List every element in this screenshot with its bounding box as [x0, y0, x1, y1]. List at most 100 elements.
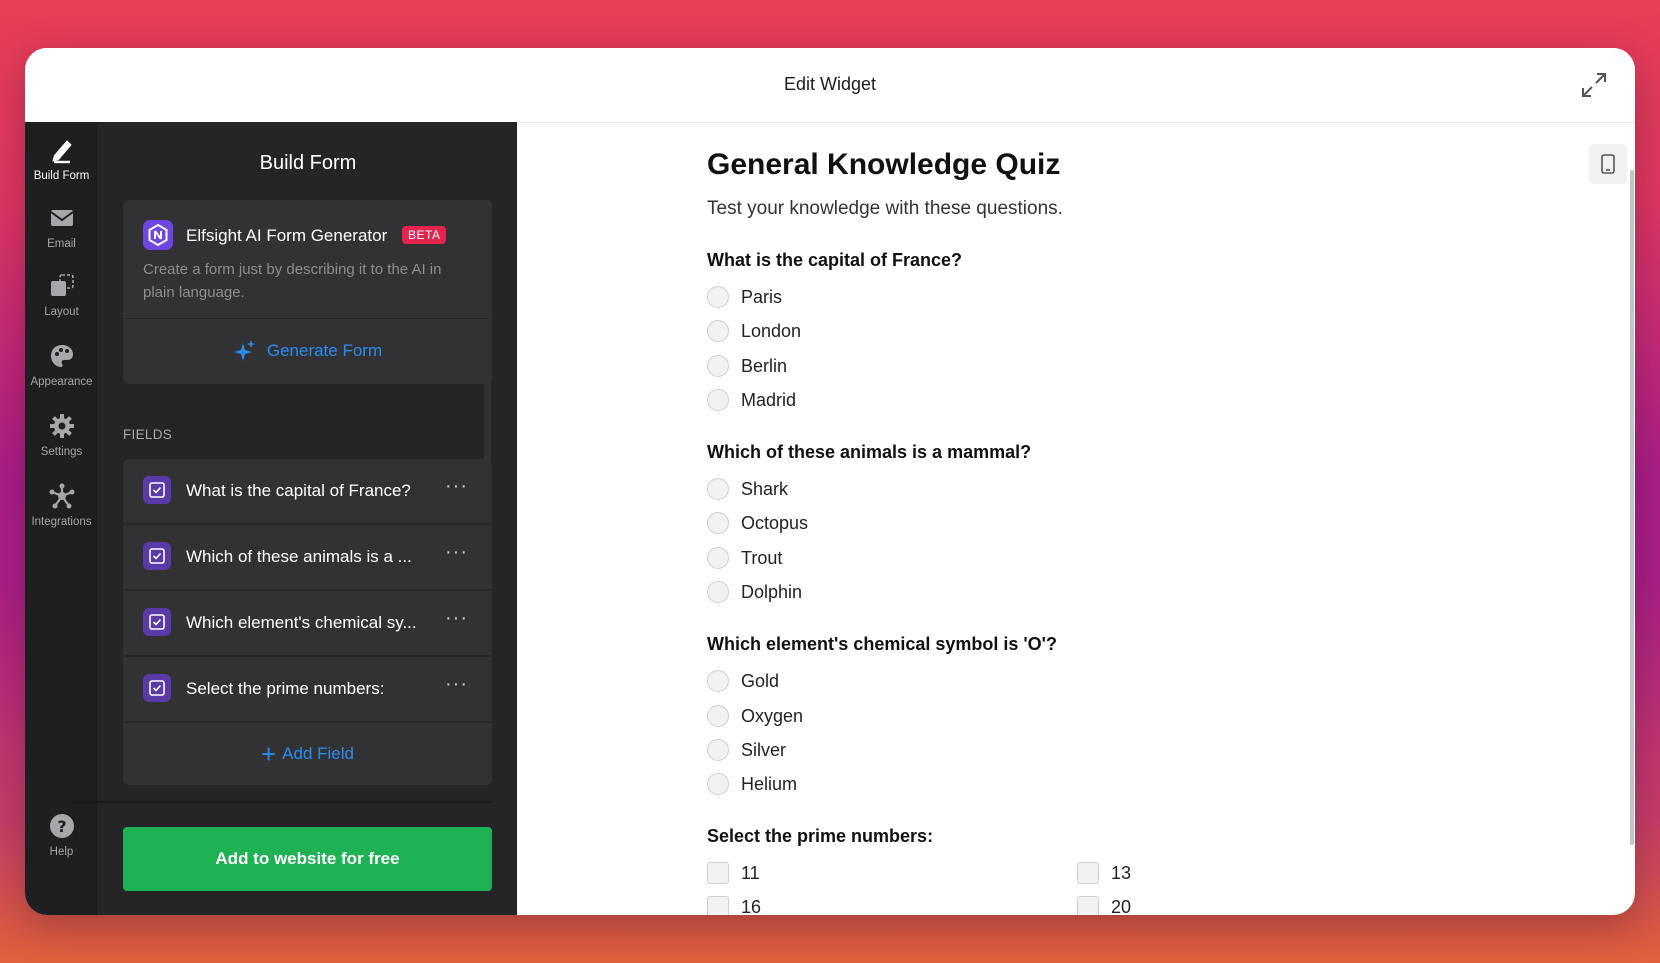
checkbox[interactable]: [1077, 862, 1099, 884]
radio-button[interactable]: [707, 512, 729, 534]
rail-item-build-form[interactable]: Build Form: [25, 136, 98, 182]
radio-button[interactable]: [707, 670, 729, 692]
palette-icon: [50, 345, 73, 367]
radio-button[interactable]: [707, 355, 729, 377]
rail-label: Help: [49, 846, 74, 858]
fields-section-label: FIELDS: [123, 427, 173, 442]
field-label: Which of these animals is a ...: [186, 547, 412, 566]
radio-option[interactable]: Shark: [707, 476, 788, 502]
rail-item-layout[interactable]: Layout: [25, 272, 98, 318]
help-icon: ?: [49, 814, 74, 838]
envelope-icon: [49, 210, 74, 226]
option-label: 11: [741, 862, 760, 883]
radio-option[interactable]: Dolphin: [707, 579, 802, 605]
more-options-icon[interactable]: ···: [445, 475, 468, 498]
svg-text:?: ?: [57, 817, 66, 836]
layout-icon: [50, 274, 74, 296]
radio-option[interactable]: Silver: [707, 737, 786, 763]
option-label: Shark: [741, 478, 789, 499]
field-label: Which element's chemical sy...: [186, 613, 417, 632]
radio-button[interactable]: [707, 547, 729, 569]
field-item[interactable]: Select the prime numbers: ···: [123, 657, 492, 723]
field-list: What is the capital of France? ··· Which…: [123, 459, 492, 785]
radio-button[interactable]: [707, 286, 729, 308]
more-options-icon[interactable]: ···: [445, 673, 468, 696]
window-title: Edit Widget: [783, 74, 877, 94]
nav-rail: Build Form Email Layout Appearance Setti…: [25, 122, 99, 915]
ai-generator-description: Create a form just by describing it to t…: [143, 261, 442, 301]
radio-option[interactable]: Gold: [707, 668, 779, 694]
radio-option[interactable]: Madrid: [707, 387, 796, 413]
option-label: Trout: [741, 547, 783, 568]
generate-form-button[interactable]: Generate Form: [123, 318, 492, 384]
radio-button[interactable]: [707, 320, 729, 342]
checkbox-option[interactable]: 11: [707, 860, 760, 886]
rail-label: Settings: [40, 446, 83, 458]
checkbox-field-icon: [143, 476, 171, 504]
option-label: Helium: [741, 773, 798, 794]
option-label: 20: [1111, 896, 1132, 916]
rail-item-integrations[interactable]: Integrations: [25, 482, 98, 528]
field-item[interactable]: Which element's chemical sy... ···: [123, 591, 492, 657]
ai-generator-card: Elfsight AI Form Generator BETA Create a…: [123, 200, 492, 384]
question-title: Which of these animals is a mammal?: [707, 442, 1032, 462]
checkbox[interactable]: [1077, 896, 1099, 915]
rail-item-appearance[interactable]: Appearance: [25, 342, 98, 388]
checkbox-field-icon: [143, 674, 171, 702]
checkbox-field-icon: [143, 608, 171, 636]
radio-button[interactable]: [707, 705, 729, 727]
option-label: London: [741, 320, 802, 341]
radio-button[interactable]: [707, 739, 729, 761]
option-label: 16: [741, 896, 762, 916]
rail-item-email[interactable]: Email: [25, 204, 98, 250]
option-label: Madrid: [741, 389, 797, 410]
more-options-icon[interactable]: ···: [445, 607, 468, 630]
add-to-website-button[interactable]: Add to website for free: [123, 827, 492, 891]
checkbox-field-icon: [143, 542, 171, 570]
rail-item-settings[interactable]: Settings: [25, 412, 98, 458]
gear-icon: [49, 414, 74, 438]
option-label: Octopus: [741, 512, 809, 533]
mobile-phone-icon: [1601, 154, 1615, 174]
add-field-label: Add Field: [282, 744, 354, 763]
rail-item-help[interactable]: ? Help: [25, 812, 98, 858]
preview-scrollbar[interactable]: [1630, 170, 1634, 845]
radio-button[interactable]: [707, 389, 729, 411]
radio-option[interactable]: Berlin: [707, 353, 787, 379]
divider: [74, 801, 492, 803]
radio-button[interactable]: [707, 773, 729, 795]
radio-option[interactable]: Trout: [707, 545, 782, 571]
more-options-icon[interactable]: ···: [445, 541, 468, 564]
expand-icon[interactable]: [1579, 70, 1609, 100]
radio-button[interactable]: [707, 581, 729, 603]
radio-option[interactable]: Paris: [707, 284, 782, 310]
option-label: Berlin: [741, 355, 788, 376]
rail-label: Layout: [44, 306, 79, 318]
checkbox-option[interactable]: 16: [707, 894, 761, 915]
sparkle-icon: [233, 340, 255, 361]
add-field-button[interactable]: + Add Field: [123, 723, 492, 785]
checkbox[interactable]: [707, 896, 729, 915]
plus-icon: +: [260, 739, 277, 769]
field-item[interactable]: Which of these animals is a ... ···: [123, 525, 492, 591]
radio-option[interactable]: Oxygen: [707, 703, 803, 729]
radio-option[interactable]: Helium: [707, 771, 797, 797]
option-label: Dolphin: [741, 581, 803, 602]
checkbox-option[interactable]: 13: [1077, 860, 1131, 886]
form-description: Test your knowledge with these questions…: [707, 198, 1063, 219]
beta-badge: BETA: [402, 226, 447, 244]
mobile-preview-button[interactable]: [1589, 144, 1627, 184]
radio-button[interactable]: [707, 478, 729, 500]
form-preview: [517, 122, 1635, 915]
field-label: What is the capital of France?: [186, 481, 411, 500]
rail-label: Integrations: [31, 516, 92, 528]
checkbox[interactable]: [707, 862, 729, 884]
radio-option[interactable]: Octopus: [707, 510, 808, 536]
elfsight-logo-icon: [143, 220, 173, 250]
rail-label: Appearance: [30, 376, 93, 388]
checkbox-option[interactable]: 20: [1077, 894, 1131, 915]
option-label: 13: [1111, 862, 1132, 883]
field-item[interactable]: What is the capital of France? ···: [123, 459, 492, 525]
radio-option[interactable]: London: [707, 318, 801, 344]
window-header: Edit Widget: [25, 48, 1635, 123]
